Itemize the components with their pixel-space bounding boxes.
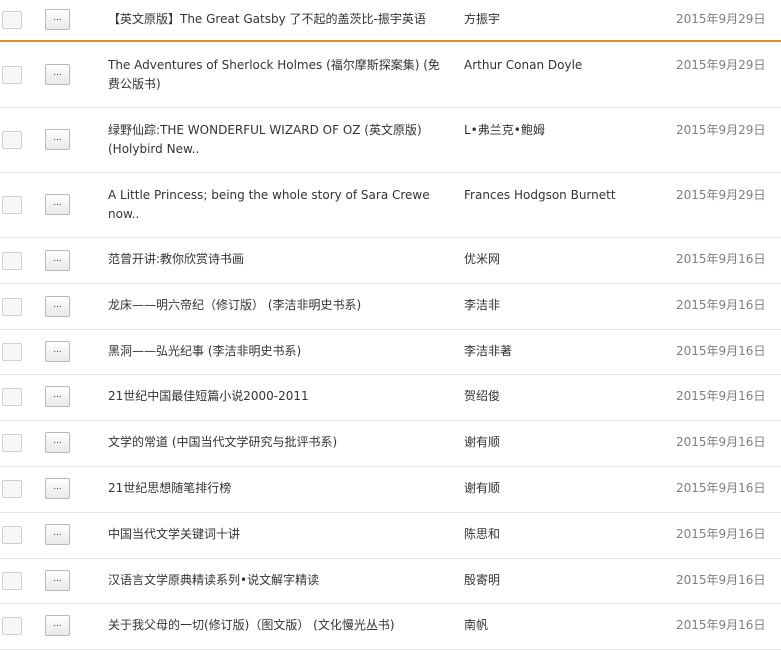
book-title[interactable]: The Adventures of Sherlock Holmes (福尔摩斯探… <box>108 56 448 94</box>
book-row[interactable]: ... 关于我父母的一切(修订版)（图文版） (文化慢光丛书) 南帆 2015年… <box>0 604 781 650</box>
row-checkbox[interactable] <box>2 66 22 84</box>
book-row[interactable]: ... 21世纪中国最佳短篇小说2000-2011 贺绍俊 2015年9月16日 <box>0 375 781 421</box>
book-title[interactable]: 汉语言文学原典精读系列•说文解字精读 <box>108 571 448 590</box>
book-row[interactable]: ... 【英文原版】The Great Gatsby 了不起的盖茨比-振宇英语 … <box>0 0 781 42</box>
book-date: 2015年9月29日 <box>676 58 766 72</box>
more-options-button[interactable]: ... <box>45 615 70 636</box>
row-checkbox[interactable] <box>2 388 22 406</box>
row-checkbox[interactable] <box>2 196 22 214</box>
book-author: 李洁非著 <box>464 344 513 358</box>
row-checkbox[interactable] <box>2 617 22 635</box>
row-checkbox[interactable] <box>2 526 22 544</box>
book-title[interactable]: 21世纪中国最佳短篇小说2000-2011 <box>108 387 448 406</box>
book-row[interactable]: ... 21世纪思想随笔排行榜 谢有顺 2015年9月16日 <box>0 467 781 513</box>
book-author: 优米网 <box>464 252 501 266</box>
row-checkbox[interactable] <box>2 252 22 270</box>
book-row[interactable]: ... 汉语言文学原典精读系列•说文解字精读 殷寄明 2015年9月16日 <box>0 559 781 604</box>
book-row[interactable]: ... 范曾开讲:教你欣赏诗书画 优米网 2015年9月16日 <box>0 238 781 284</box>
book-author: 殷寄明 <box>464 573 501 587</box>
more-options-button[interactable]: ... <box>45 129 70 150</box>
more-options-button[interactable]: ... <box>45 341 70 362</box>
book-date: 2015年9月16日 <box>676 573 766 587</box>
book-title[interactable]: A Little Princess; being the whole story… <box>108 186 448 224</box>
row-checkbox[interactable] <box>2 298 22 316</box>
more-options-button[interactable]: ... <box>45 250 70 271</box>
book-title[interactable]: 绿野仙踪:THE WONDERFUL WIZARD OF OZ (英文原版) (… <box>108 121 448 159</box>
more-options-button[interactable]: ... <box>45 524 70 545</box>
more-options-button[interactable]: ... <box>45 64 70 85</box>
row-checkbox[interactable] <box>2 343 22 361</box>
book-date: 2015年9月16日 <box>676 344 766 358</box>
book-row[interactable]: ... A Little Princess; being the whole s… <box>0 173 781 238</box>
book-row[interactable]: ... 绿野仙踪:THE WONDERFUL WIZARD OF OZ (英文原… <box>0 108 781 173</box>
book-row[interactable]: ... The Adventures of Sherlock Holmes (福… <box>0 42 781 108</box>
book-date: 2015年9月29日 <box>676 12 766 26</box>
more-options-button[interactable]: ... <box>45 432 70 453</box>
book-author: 陈思和 <box>464 527 501 541</box>
book-author: Arthur Conan Doyle <box>464 58 583 72</box>
book-title[interactable]: 范曾开讲:教你欣赏诗书画 <box>108 250 448 269</box>
book-title[interactable]: 21世纪思想随笔排行榜 <box>108 479 448 498</box>
book-row[interactable]: ... 黑洞——弘光纪事 (李洁非明史书系) 李洁非著 2015年9月16日 <box>0 330 781 375</box>
book-author: 南帆 <box>464 618 489 632</box>
book-date: 2015年9月16日 <box>676 435 766 449</box>
book-row[interactable]: ... 中国当代文学关键词十讲 陈思和 2015年9月16日 <box>0 513 781 559</box>
book-author: 贺绍俊 <box>464 389 501 403</box>
book-title[interactable]: 文学的常道 (中国当代文学研究与批评书系) <box>108 433 448 452</box>
book-date: 2015年9月16日 <box>676 527 766 541</box>
book-author: 谢有顺 <box>464 435 501 449</box>
row-checkbox[interactable] <box>2 131 22 149</box>
book-title[interactable]: 黑洞——弘光纪事 (李洁非明史书系) <box>108 342 448 361</box>
book-date: 2015年9月16日 <box>676 252 766 266</box>
more-options-button[interactable]: ... <box>45 296 70 317</box>
book-date: 2015年9月29日 <box>676 188 766 202</box>
row-checkbox[interactable] <box>2 480 22 498</box>
book-title[interactable]: 中国当代文学关键词十讲 <box>108 525 448 544</box>
book-title[interactable]: 龙床——明六帝纪（修订版） (李洁非明史书系) <box>108 296 448 315</box>
book-author: 谢有顺 <box>464 481 501 495</box>
row-checkbox[interactable] <box>2 11 22 29</box>
more-options-button[interactable]: ... <box>45 570 70 591</box>
book-author: 李洁非 <box>464 298 501 312</box>
book-row[interactable]: ... 文学的常道 (中国当代文学研究与批评书系) 谢有顺 2015年9月16日 <box>0 421 781 467</box>
book-date: 2015年9月29日 <box>676 123 766 137</box>
book-author: L•弗兰克•鲍姆 <box>464 123 545 137</box>
book-row[interactable]: ... 龙床——明六帝纪（修订版） (李洁非明史书系) 李洁非 2015年9月1… <box>0 284 781 330</box>
book-title[interactable]: 【英文原版】The Great Gatsby 了不起的盖茨比-振宇英语 <box>108 10 448 29</box>
more-options-button[interactable]: ... <box>45 386 70 407</box>
book-author: Frances Hodgson Burnett <box>464 188 616 202</box>
row-checkbox[interactable] <box>2 434 22 452</box>
more-options-button[interactable]: ... <box>45 9 70 30</box>
more-options-button[interactable]: ... <box>45 478 70 499</box>
book-date: 2015年9月16日 <box>676 481 766 495</box>
book-title[interactable]: 关于我父母的一切(修订版)（图文版） (文化慢光丛书) <box>108 616 448 635</box>
book-date: 2015年9月16日 <box>676 618 766 632</box>
book-author: 方振宇 <box>464 12 501 26</box>
row-checkbox[interactable] <box>2 572 22 590</box>
more-options-button[interactable]: ... <box>45 194 70 215</box>
book-date: 2015年9月16日 <box>676 389 766 403</box>
book-date: 2015年9月16日 <box>676 298 766 312</box>
